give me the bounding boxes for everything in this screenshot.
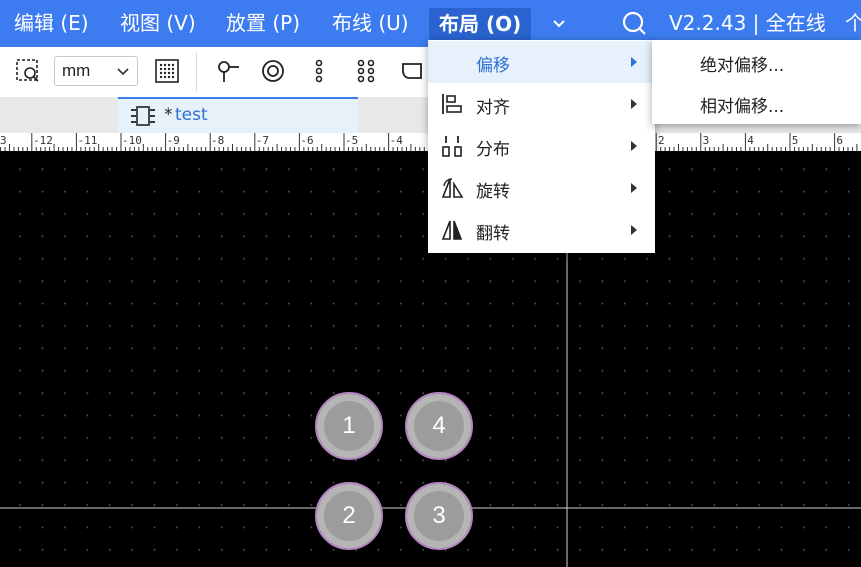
tab-title: test: [175, 105, 208, 125]
pad-1[interactable]: 1: [315, 392, 383, 460]
pad-core: 3: [414, 491, 464, 541]
ruler-label: 3: [703, 134, 710, 147]
menu-view[interactable]: 视图 (V): [120, 0, 196, 47]
menu-item-label: 分布: [476, 140, 510, 160]
menu-item-align[interactable]: 对齐: [428, 83, 655, 125]
submenu-arrow-icon: [631, 225, 637, 235]
pad-core: 4: [414, 401, 464, 451]
submenu-arrow-icon: [631, 183, 637, 193]
ruler-label: -5: [345, 134, 358, 147]
vertical-dots-icon[interactable]: [305, 57, 333, 85]
pad-number: 2: [342, 502, 356, 529]
double-dots-icon[interactable]: [352, 57, 380, 85]
pad-4[interactable]: 4: [405, 392, 473, 460]
pad-number: 4: [432, 412, 446, 439]
distribute-icon: [442, 136, 462, 157]
menu-item-label: 旋转: [476, 182, 510, 202]
pcb-document-icon: [131, 106, 155, 126]
menu-item-relative-offset[interactable]: 相对偏移...: [700, 92, 784, 117]
rotate-icon: [441, 178, 464, 198]
ruler-label: -10: [122, 134, 142, 147]
pad-2[interactable]: 2: [315, 482, 383, 550]
menu-item-rotate[interactable]: 旋转: [428, 167, 655, 209]
pad-3[interactable]: 3: [405, 482, 473, 550]
menu-place[interactable]: 放置 (P): [226, 0, 300, 47]
ruler-label: -7: [256, 134, 269, 147]
tab-test[interactable]: * test: [118, 97, 358, 133]
unit-value: mm: [62, 61, 91, 80]
toolbar-divider: [196, 53, 197, 91]
pad-core: 1: [324, 401, 374, 451]
ruler-label: 3: [0, 134, 7, 147]
ruler-label: -4: [390, 134, 404, 147]
pad-number: 3: [432, 502, 446, 529]
chevron-down-icon: [117, 68, 129, 76]
submenu-arrow-icon: [631, 141, 637, 151]
pad-core: 2: [324, 491, 374, 541]
pad-shape-icon[interactable]: [398, 57, 426, 85]
ruler-label: 2: [658, 134, 665, 147]
ruler-label: -9: [167, 134, 180, 147]
pad-number: 1: [342, 412, 356, 439]
ruler-label: 6: [836, 134, 843, 147]
menu-route[interactable]: 布线 (U): [332, 0, 409, 47]
ruler-label: 5: [792, 134, 799, 147]
menu-item-label: 对齐: [476, 98, 510, 118]
pad-ring: 3: [407, 484, 471, 548]
offset-submenu: 绝对偏移... 相对偏移...: [652, 40, 861, 124]
submenu-arrow-icon: [631, 99, 637, 109]
pad-ring: 1: [317, 394, 381, 458]
ruler-label: -6: [300, 134, 313, 147]
ruler-label: -8: [211, 134, 224, 147]
pin-icon[interactable]: [214, 57, 242, 85]
via-icon[interactable]: [259, 57, 287, 85]
menu-edit[interactable]: 编辑 (E): [14, 0, 89, 47]
ruler-label: -11: [78, 134, 98, 147]
pad-ring: 4: [407, 394, 471, 458]
zoom-area-icon[interactable]: [14, 57, 42, 85]
menu-item-absolute-offset[interactable]: 绝对偏移...: [700, 51, 784, 76]
menu-item-distribute[interactable]: 分布: [428, 125, 655, 167]
flip-icon: [441, 220, 463, 240]
unit-select[interactable]: mm: [54, 56, 138, 86]
menu-layout[interactable]: 布局 (O): [429, 8, 532, 40]
ruler-label: 4: [747, 134, 754, 147]
ruler-label: -12: [33, 134, 53, 147]
layout-dropdown-menu: 偏移 对齐 分布 旋转 翻转: [428, 40, 655, 253]
pad-ring: 2: [317, 484, 381, 548]
submenu-arrow-icon: [631, 57, 637, 67]
grid-icon[interactable]: [153, 57, 181, 85]
tab-modified-mark: *: [164, 105, 173, 125]
menu-item-flip[interactable]: 翻转: [428, 209, 655, 251]
menu-item-offset[interactable]: 偏移: [428, 41, 655, 83]
align-icon: [442, 94, 462, 114]
menu-item-label: 偏移: [476, 56, 510, 76]
menu-item-label: 翻转: [476, 224, 510, 244]
